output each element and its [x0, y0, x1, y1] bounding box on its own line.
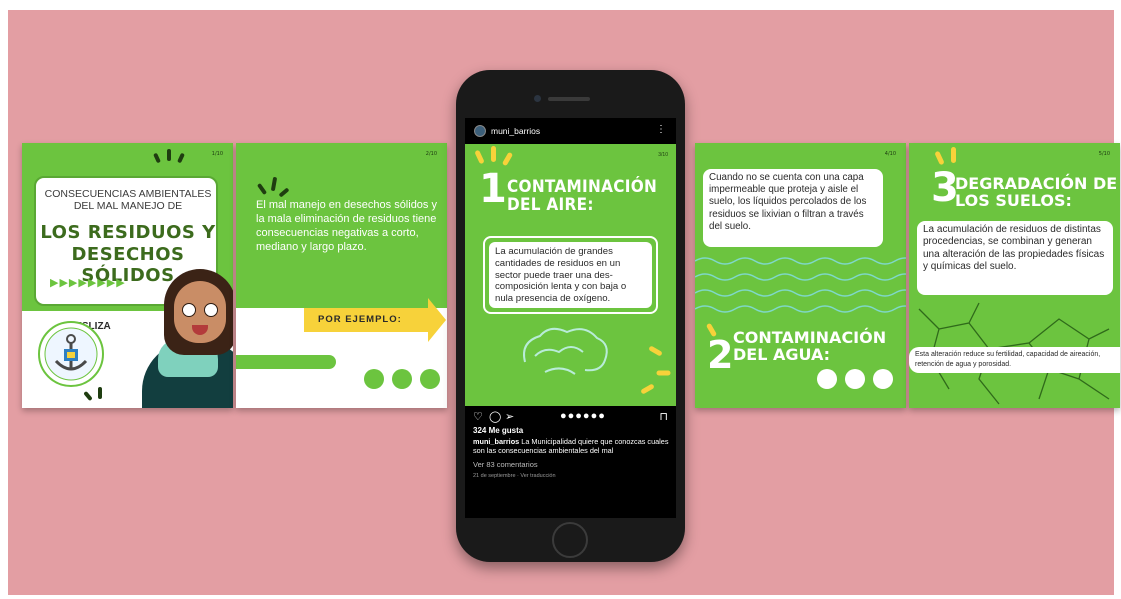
dot-icon [392, 369, 412, 389]
post-username[interactable]: muni_barrios [491, 126, 540, 136]
page-indicator: 1/10 [211, 151, 223, 157]
dot-icon [845, 369, 865, 389]
water-waves-icon [695, 257, 906, 313]
burst-icon [153, 152, 161, 164]
burst-icon [640, 383, 655, 395]
post-header: muni_barrios ⋮ [465, 118, 676, 144]
character-eye [204, 303, 218, 317]
post-body: La acumulación de grandes cantidades de … [489, 242, 652, 308]
burst-icon [951, 147, 956, 163]
comment-icon[interactable]: ◯ [489, 410, 501, 423]
dot-icon [364, 369, 384, 389]
burst-icon [501, 151, 514, 167]
dot-icon [817, 369, 837, 389]
bookmark-icon[interactable]: ⊓ [659, 410, 668, 423]
carousel-indicator: ●●●●●● [560, 410, 606, 422]
burst-icon [491, 146, 496, 162]
card-body: Cuando no se cuenta con una capa imperme… [703, 169, 883, 247]
card-note: Esta alteración reduce su fertilidad, ca… [909, 347, 1120, 373]
card-title-line1: LOS RESIDUOS Y [40, 222, 216, 243]
post-image[interactable]: 3/10 1 CONTAMINACIÓN DEL AIRE: La acumul… [465, 144, 676, 406]
slide-card-2: 2/10 El mal manejo en desechos sólidos y… [236, 143, 447, 408]
view-comments-link[interactable]: Ver 83 comentarios [473, 460, 538, 469]
burst-icon [177, 152, 185, 164]
page-indicator: 3/10 [658, 152, 668, 158]
post-caption: muni_barrios La Municipalidad quiere que… [473, 437, 673, 455]
speaker-grille [548, 97, 590, 101]
card-body: La acumulación de residuos de distintas … [917, 221, 1113, 295]
burst-icon [270, 176, 278, 192]
page-indicator: 2/10 [425, 151, 437, 157]
section-number: 2 [707, 333, 734, 377]
dot-icon [873, 369, 893, 389]
slide-card-4: 4/10 Cuando no se cuenta con una capa im… [695, 143, 906, 408]
post-date: 21 de septiembre · Ver traducción [473, 473, 556, 479]
card-body: El mal manejo en desechos sólidos y la m… [256, 199, 437, 253]
section-number: 1 [479, 166, 507, 212]
likes-count[interactable]: 324 Me gusta [473, 426, 523, 435]
post-title: CONTAMINACIÓN DEL AIRE: [507, 177, 658, 215]
decorative-bar [236, 355, 336, 369]
page-indicator: 5/10 [1098, 151, 1110, 157]
caption-username[interactable]: muni_barrios [473, 437, 519, 446]
dot-icon [420, 369, 440, 389]
anchor-icon [44, 327, 98, 381]
card-title: CONTAMINACIÓN DEL AGUA: [733, 328, 887, 364]
burst-icon [256, 182, 268, 196]
character-eye [182, 303, 196, 317]
card-title: DEGRADACIÓN DE LOS SUELOS: [955, 174, 1118, 210]
burst-icon [656, 370, 671, 376]
card-heading: CONSECUENCIAS AMBIENTALES DEL MAL MANEJO… [44, 188, 212, 212]
phone-screen: muni_barrios ⋮ 3/10 1 CONTAMINACIÓN DEL … [465, 118, 676, 518]
municipality-logo [38, 321, 104, 387]
arrow-right-icon [428, 298, 446, 342]
burst-icon [934, 150, 945, 166]
slide-card-1: 1/10 CONSECUENCIAS AMBIENTALES DEL MAL M… [22, 143, 233, 408]
burst-icon [648, 345, 663, 357]
arrows-decoration: ▶▶▶▶▶▶▶▶ [50, 277, 126, 289]
more-icon[interactable]: ⋮ [656, 124, 666, 135]
slide-card-5: 5/10 3 DEGRADACIÓN DE LOS SUELOS: La acu… [909, 143, 1120, 408]
avatar[interactable] [474, 125, 486, 137]
example-banner-label: POR EJEMPLO: [318, 314, 402, 325]
home-button[interactable] [552, 522, 588, 558]
camera-icon [534, 95, 541, 102]
burst-icon [278, 187, 290, 198]
share-icon[interactable]: ➢ [505, 410, 514, 423]
burst-icon [98, 387, 102, 399]
burst-icon [474, 149, 485, 165]
heart-icon[interactable]: ♡ [473, 410, 483, 423]
phone-mockup: muni_barrios ⋮ 3/10 1 CONTAMINACIÓN DEL … [456, 70, 685, 562]
wind-icon [523, 327, 608, 375]
page-indicator: 4/10 [884, 151, 896, 157]
burst-icon [167, 149, 171, 161]
